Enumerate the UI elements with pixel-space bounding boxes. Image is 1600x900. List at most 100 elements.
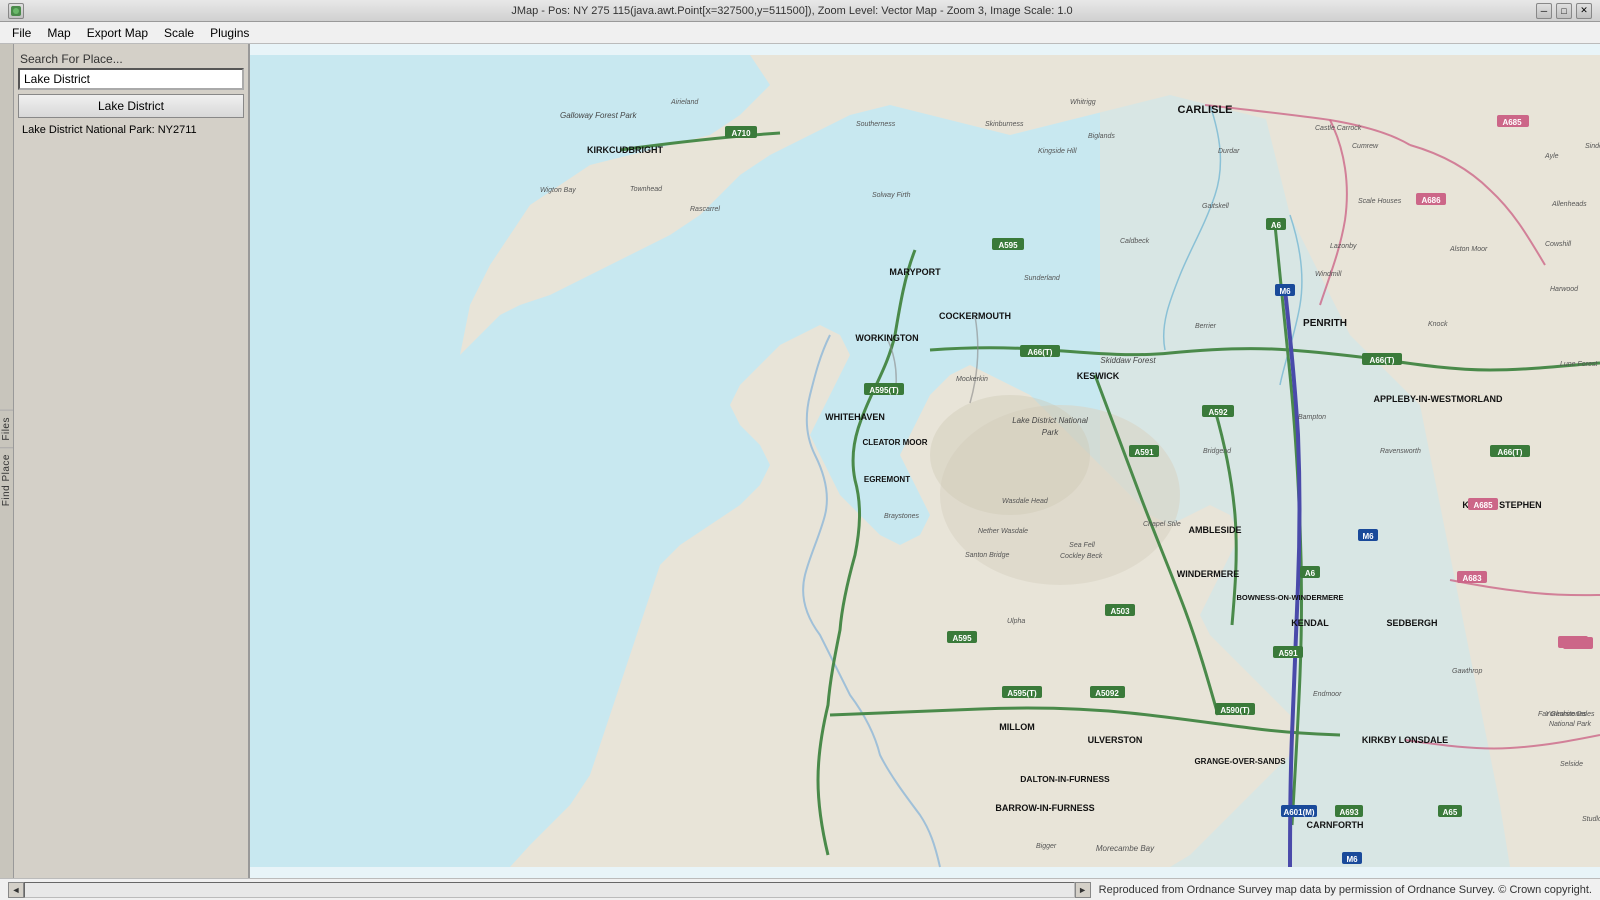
svg-text:A6: A6 (1271, 221, 1282, 230)
svg-text:A503: A503 (1110, 607, 1130, 616)
svg-text:A686: A686 (1421, 196, 1441, 205)
copyright-text: Reproduced from Ordnance Survey map data… (1099, 884, 1592, 896)
svg-text:A685: A685 (1502, 118, 1522, 127)
svg-text:Airieland: Airieland (670, 99, 699, 106)
svg-text:M6: M6 (1346, 855, 1358, 864)
svg-text:Ulpha: Ulpha (1007, 618, 1025, 625)
svg-text:APPLEBY-IN-WESTMORLAND: APPLEBY-IN-WESTMORLAND (1374, 394, 1503, 404)
svg-text:Far Gearstones: Far Gearstones (1538, 711, 1587, 718)
svg-text:Gaitskell: Gaitskell (1202, 203, 1229, 210)
sidebar-tabs: Files Find Place (0, 44, 14, 878)
svg-text:Chapel Stile: Chapel Stile (1143, 521, 1181, 528)
svg-text:MILLOM: MILLOM (999, 722, 1035, 732)
statusbar: ◄ ► Reproduced from Ordnance Survey map … (0, 878, 1600, 900)
svg-text:M6: M6 (1362, 532, 1374, 541)
svg-text:A591: A591 (1134, 448, 1154, 457)
svg-text:Ayle: Ayle (1544, 153, 1559, 160)
find-place-tab[interactable]: Find Place (0, 447, 13, 512)
svg-text:Selside: Selside (1560, 761, 1583, 768)
svg-text:WHITEHAVEN: WHITEHAVEN (825, 412, 885, 422)
files-tab[interactable]: Files (0, 410, 13, 447)
svg-text:A5092: A5092 (1095, 689, 1119, 698)
svg-text:KIRKCUDBRIGHT: KIRKCUDBRIGHT (587, 145, 663, 155)
svg-text:Townhead: Townhead (630, 186, 663, 193)
svg-text:A6: A6 (1305, 569, 1316, 578)
svg-text:Bigger: Bigger (1036, 843, 1057, 850)
svg-text:Wasdale Head: Wasdale Head (1002, 498, 1049, 505)
svg-text:Santon Bridge: Santon Bridge (965, 552, 1009, 559)
svg-text:Berrier: Berrier (1195, 323, 1217, 330)
svg-text:Solway Firth: Solway Firth (872, 192, 911, 199)
svg-text:WORKINGTON: WORKINGTON (855, 333, 918, 343)
minimize-button[interactable]: ─ (1536, 3, 1552, 19)
svg-text:Galloway Forest Park: Galloway Forest Park (560, 111, 637, 120)
svg-text:A685: A685 (1473, 501, 1493, 510)
menu-scale[interactable]: Scale (156, 24, 202, 42)
svg-text:AMBLESIDE: AMBLESIDE (1188, 525, 1241, 535)
svg-text:BARROW-IN-FURNESS: BARROW-IN-FURNESS (995, 803, 1094, 813)
svg-text:A693: A693 (1339, 808, 1359, 817)
svg-text:Cockley Beck: Cockley Beck (1060, 553, 1103, 560)
menubar: File Map Export Map Scale Plugins (0, 22, 1600, 44)
svg-text:BOWNESS-ON-WINDERMERE: BOWNESS-ON-WINDERMERE (1236, 593, 1343, 602)
svg-text:Studlold: Studlold (1582, 816, 1600, 823)
search-input[interactable] (18, 68, 244, 90)
svg-text:Wigton Bay: Wigton Bay (540, 187, 576, 194)
svg-text:Skinburness: Skinburness (985, 121, 1024, 128)
svg-text:A66(T): A66(T) (1370, 356, 1395, 365)
scrollbar-track[interactable] (24, 882, 1075, 898)
svg-text:Kingside Hill: Kingside Hill (1038, 148, 1077, 155)
svg-text:PENRITH: PENRITH (1303, 318, 1347, 329)
search-label: Search For Place... (18, 48, 244, 68)
svg-text:Cowshill: Cowshill (1545, 241, 1572, 248)
svg-text:Nether Wasdale: Nether Wasdale (978, 528, 1028, 535)
restore-button[interactable]: □ (1556, 3, 1572, 19)
svg-text:National Park: National Park (1549, 721, 1592, 728)
svg-text:Southerness: Southerness (856, 121, 896, 128)
svg-text:A590(T): A590(T) (1220, 706, 1250, 715)
svg-text:KIRKBY LONSDALE: KIRKBY LONSDALE (1362, 735, 1448, 745)
svg-text:Knock: Knock (1428, 321, 1448, 328)
svg-text:A595: A595 (998, 241, 1018, 250)
svg-text:A65: A65 (1443, 808, 1458, 817)
svg-text:SEDBERGH: SEDBERGH (1386, 618, 1437, 628)
titlebar: JMap - Pos: NY 275 115(java.awt.Point[x=… (0, 0, 1600, 22)
svg-text:Windmill: Windmill (1315, 271, 1342, 278)
svg-text:Biglands: Biglands (1088, 133, 1115, 140)
svg-text:Scale Houses: Scale Houses (1358, 198, 1402, 205)
menu-file[interactable]: File (4, 24, 39, 42)
svg-text:CARLISLE: CARLISLE (1178, 104, 1233, 116)
scroll-left-button[interactable]: ◄ (8, 882, 24, 898)
svg-text:Skiddaw Forest: Skiddaw Forest (1100, 356, 1156, 365)
svg-text:CARNFORTH: CARNFORTH (1307, 820, 1364, 830)
svg-text:DALTON-IN-FURNESS: DALTON-IN-FURNESS (1020, 774, 1110, 784)
menu-export-map[interactable]: Export Map (79, 24, 156, 42)
svg-text:Sea Fell: Sea Fell (1069, 542, 1095, 549)
svg-text:Durdar: Durdar (1218, 148, 1240, 155)
svg-text:A66(T): A66(T) (1498, 448, 1523, 457)
map-container[interactable]: CARLISLE KIRKCUDBRIGHT Galloway Forest P… (250, 44, 1600, 878)
svg-text:Allenheads: Allenheads (1551, 201, 1587, 208)
svg-text:Lake District National: Lake District National (1012, 416, 1088, 425)
svg-text:EGREMONT: EGREMONT (864, 475, 910, 484)
close-button[interactable]: ✕ (1576, 3, 1592, 19)
menu-map[interactable]: Map (39, 24, 78, 42)
svg-text:GRANGE-OVER-SANDS: GRANGE-OVER-SANDS (1194, 757, 1286, 766)
svg-text:A683: A683 (1462, 574, 1482, 583)
search-button[interactable]: Lake District (18, 94, 244, 118)
svg-text:Castle Carrock: Castle Carrock (1315, 125, 1362, 132)
svg-text:Braystones: Braystones (884, 513, 920, 520)
svg-text:A591: A591 (1278, 649, 1298, 658)
svg-text:Bridgend: Bridgend (1203, 448, 1232, 455)
svg-text:A66(T): A66(T) (1028, 348, 1053, 357)
svg-text:Endmoor: Endmoor (1313, 691, 1342, 698)
menu-plugins[interactable]: Plugins (202, 24, 257, 42)
window-title: JMap - Pos: NY 275 115(java.awt.Point[x=… (48, 5, 1536, 17)
svg-text:Lune Forest: Lune Forest (1560, 361, 1598, 368)
svg-text:M6: M6 (1279, 287, 1291, 296)
svg-text:MARYPORT: MARYPORT (889, 267, 941, 277)
svg-text:A710: A710 (731, 129, 751, 138)
scroll-right-button[interactable]: ► (1075, 882, 1091, 898)
svg-text:WINDERMERE: WINDERMERE (1177, 569, 1240, 579)
search-result: Lake District National Park: NY2711 (18, 122, 244, 138)
